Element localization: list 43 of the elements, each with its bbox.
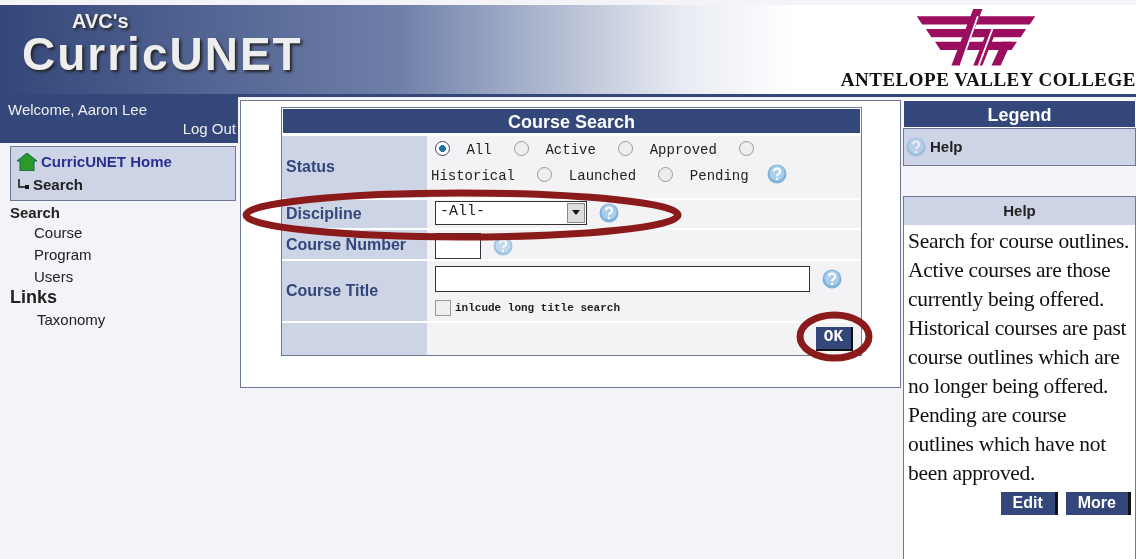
house-icon bbox=[17, 153, 37, 172]
field-label: Status bbox=[282, 136, 427, 198]
radio-label: Launched bbox=[568, 168, 637, 184]
discipline-dropdown[interactable]: -All- bbox=[435, 200, 587, 225]
radio-label: Historical bbox=[431, 168, 515, 184]
brand-title: CurricUNET bbox=[22, 31, 303, 77]
field-label: Course Title bbox=[282, 261, 427, 321]
welcome-text: Welcome, Aaron Lee bbox=[8, 101, 148, 120]
radio-button[interactable] bbox=[537, 167, 553, 182]
radio-label: Approved bbox=[649, 142, 717, 158]
college-name: ANTELOPE VALLEY COLLEGE bbox=[840, 67, 1136, 92]
radio-button[interactable] bbox=[514, 141, 530, 156]
legend-item: Help bbox=[930, 136, 963, 157]
legend-title: Legend bbox=[903, 100, 1136, 128]
current-page: Search bbox=[33, 174, 84, 195]
sidebar-link[interactable]: Users bbox=[0, 265, 238, 288]
checkbox-label: inlcude long title search bbox=[455, 300, 621, 316]
help-title: Help bbox=[904, 197, 1135, 225]
ok-button[interactable]: OK bbox=[815, 327, 853, 351]
logout-link[interactable]: Log Out bbox=[182, 119, 236, 137]
radio-button[interactable] bbox=[658, 167, 674, 182]
home-link[interactable]: CurricUNET Home bbox=[41, 151, 172, 174]
radio-label: All bbox=[466, 142, 492, 158]
tree-branch-icon bbox=[17, 178, 29, 191]
radio-button[interactable] bbox=[618, 141, 634, 156]
form-title: Course Search bbox=[282, 108, 861, 134]
help-action-button[interactable]: Edit bbox=[1000, 492, 1058, 515]
checkbox[interactable] bbox=[435, 299, 451, 316]
sidebar-link[interactable]: Taxonomy bbox=[0, 308, 238, 331]
radio-label: Pending bbox=[689, 168, 749, 184]
sidebar-heading: Links bbox=[9, 287, 58, 309]
help-text: Search for course outlines. Active courses are those currently being offered. Historical courses are past course outlines which are no longer being offered. Pending are course outlines which have not been approved. bbox=[907, 228, 1131, 487]
radio-button[interactable] bbox=[739, 141, 755, 156]
sidebar-link[interactable]: Course bbox=[0, 222, 238, 244]
sidebar-heading: Search bbox=[9, 204, 62, 222]
dropdown-arrow-icon bbox=[572, 210, 580, 215]
radio-label: Active bbox=[545, 142, 596, 158]
help-action-button[interactable]: More bbox=[1065, 492, 1131, 515]
radio-button[interactable] bbox=[435, 141, 450, 156]
field-label: Discipline bbox=[282, 200, 427, 228]
sidebar-link[interactable]: Program bbox=[0, 243, 238, 266]
course-title-field[interactable] bbox=[435, 265, 810, 292]
brand-subtitle: AVC's bbox=[71, 11, 129, 31]
